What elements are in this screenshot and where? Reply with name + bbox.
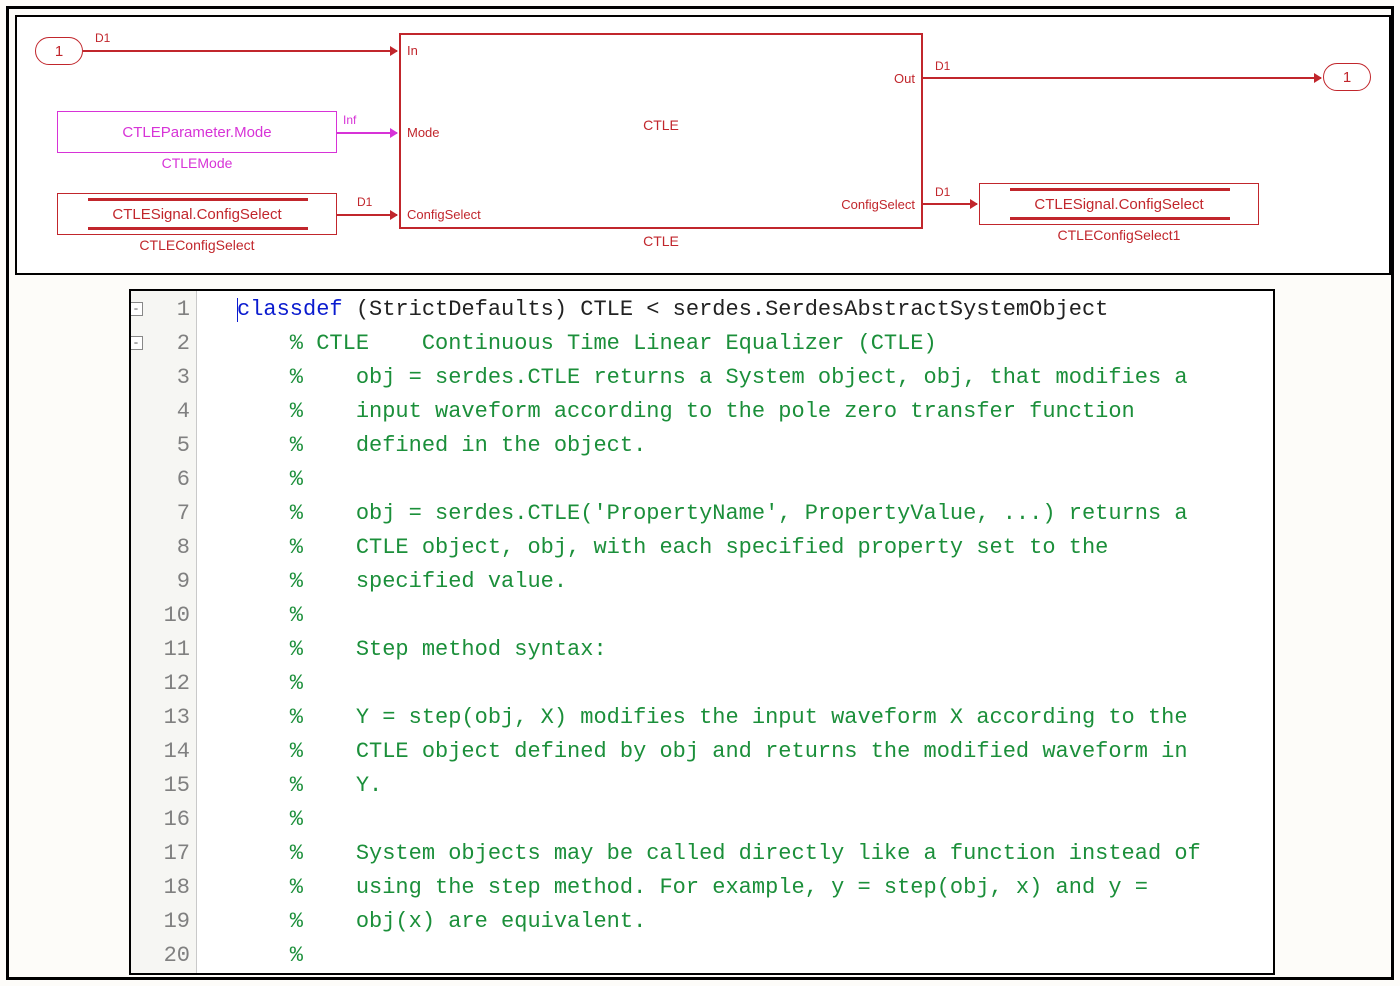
code-token: % obj = serdes.CTLE returns a System obj…	[237, 365, 1188, 390]
code-token: % using the step method. For example, y …	[237, 875, 1148, 900]
datastoreread-configselect-text: CTLESignal.ConfigSelect	[112, 206, 281, 223]
code-line[interactable]: % defined in the object.	[237, 429, 1273, 463]
code-token: % System objects may be called directly …	[237, 841, 1201, 866]
signal-in	[83, 50, 397, 52]
gutter-line: 5	[131, 429, 190, 463]
datastorewrite-configselect[interactable]: CTLESignal.ConfigSelect	[979, 183, 1259, 225]
constant-ctle-mode-text: CTLEParameter.Mode	[122, 124, 271, 141]
code-line[interactable]: % obj = serdes.CTLE returns a System obj…	[237, 361, 1273, 395]
code-token: %	[237, 467, 303, 492]
gutter-line: 17	[131, 837, 190, 871]
gutter-line: 6	[131, 463, 190, 497]
gutter-line: 4	[131, 395, 190, 429]
code-line[interactable]: % using the step method. For example, y …	[237, 871, 1273, 905]
datastoreread-configselect[interactable]: CTLESignal.ConfigSelect	[57, 193, 337, 235]
signal-out-label: D1	[935, 59, 950, 73]
code-line[interactable]: %	[237, 803, 1273, 837]
simulink-diagram-panel: 1 D1 CTLEParameter.Mode CTLEMode Inf CTL…	[15, 15, 1391, 275]
code-line[interactable]: % CTLE Continuous Time Linear Equalizer …	[237, 327, 1273, 361]
gutter-line: 9	[131, 565, 190, 599]
code-token: %	[237, 671, 303, 696]
code-area[interactable]: classdef (StrictDefaults) CTLE < serdes.…	[197, 291, 1273, 973]
port-configselect-out-label: ConfigSelect	[841, 197, 915, 212]
gutter-line: 13	[131, 701, 190, 735]
code-token: %	[237, 943, 303, 968]
outport-value: 1	[1343, 69, 1351, 86]
gutter-line: 15	[131, 769, 190, 803]
code-token: %	[237, 603, 303, 628]
ctle-block-title: CTLE	[401, 117, 921, 133]
code-token: % Y = step(obj, X) modifies the input wa…	[237, 705, 1188, 730]
port-in-label: In	[407, 43, 418, 58]
code-gutter: 1-2-34567891011121314151617181920	[131, 291, 197, 973]
code-token: % input waveform according to the pole z…	[237, 399, 1135, 424]
port-configselect-in-label: ConfigSelect	[407, 207, 481, 222]
code-token: % CTLE object, obj, with each specified …	[237, 535, 1108, 560]
code-line[interactable]: % Y.	[237, 769, 1273, 803]
code-line[interactable]: %	[237, 667, 1273, 701]
code-token: % Step method syntax:	[237, 637, 607, 662]
fold-toggle-icon[interactable]: -	[129, 302, 143, 316]
inport-value: 1	[55, 43, 63, 60]
code-token: % defined in the object.	[237, 433, 646, 458]
code-token: % Y.	[237, 773, 382, 798]
gutter-line: 10	[131, 599, 190, 633]
gutter-line: 20	[131, 939, 190, 973]
gutter-line: 16	[131, 803, 190, 837]
code-line[interactable]: %	[237, 599, 1273, 633]
gutter-line: 8	[131, 531, 190, 565]
constant-ctle-mode[interactable]: CTLEParameter.Mode	[57, 111, 337, 153]
datastorewrite-configselect-text: CTLESignal.ConfigSelect	[1034, 196, 1203, 213]
code-token: % CTLE Continuous Time Linear Equalizer …	[237, 331, 937, 356]
code-line[interactable]: % Step method syntax:	[237, 633, 1273, 667]
code-line[interactable]: %	[237, 939, 1273, 973]
code-line[interactable]: % System objects may be called directly …	[237, 837, 1273, 871]
port-out-label: Out	[894, 71, 915, 86]
signal-configselect-in-label: D1	[357, 195, 372, 209]
gutter-line: 12	[131, 667, 190, 701]
signal-configselect-in	[337, 214, 397, 216]
signal-configselect-out	[923, 203, 977, 205]
signal-out	[923, 77, 1321, 79]
datastoreread-configselect-label: CTLEConfigSelect	[57, 237, 337, 253]
code-token: % specified value.	[237, 569, 567, 594]
code-token: classdef	[237, 297, 343, 322]
code-token: % obj(x) are equivalent.	[237, 909, 646, 934]
code-editor-panel[interactable]: 1-2-34567891011121314151617181920 classd…	[129, 289, 1275, 975]
code-line[interactable]: % input waveform according to the pole z…	[237, 395, 1273, 429]
code-line[interactable]: % obj(x) are equivalent.	[237, 905, 1273, 939]
constant-ctle-mode-label: CTLEMode	[57, 155, 337, 171]
ctle-block-label: CTLE	[399, 233, 923, 249]
gutter-line: 2-	[131, 327, 190, 361]
signal-mode	[337, 132, 397, 134]
fold-toggle-icon[interactable]: -	[129, 336, 143, 350]
gutter-line: 3	[131, 361, 190, 395]
gutter-line: 11	[131, 633, 190, 667]
outport-block[interactable]: 1	[1323, 63, 1371, 91]
signal-configselect-out-label: D1	[935, 185, 950, 199]
code-line[interactable]: % CTLE object defined by obj and returns…	[237, 735, 1273, 769]
code-line[interactable]: % CTLE object, obj, with each specified …	[237, 531, 1273, 565]
gutter-line: 7	[131, 497, 190, 531]
signal-mode-label: Inf	[343, 113, 356, 127]
code-line[interactable]: %	[237, 463, 1273, 497]
outer-frame: 1 D1 CTLEParameter.Mode CTLEMode Inf CTL…	[6, 6, 1394, 980]
signal-in-label: D1	[95, 31, 110, 45]
gutter-line: 14	[131, 735, 190, 769]
ctle-block[interactable]: In Mode ConfigSelect Out ConfigSelect CT…	[399, 33, 923, 229]
gutter-line: 1-	[131, 293, 190, 327]
code-line[interactable]: classdef (StrictDefaults) CTLE < serdes.…	[237, 293, 1273, 327]
code-line[interactable]: % Y = step(obj, X) modifies the input wa…	[237, 701, 1273, 735]
code-token: % obj = serdes.CTLE('PropertyName', Prop…	[237, 501, 1188, 526]
gutter-line: 18	[131, 871, 190, 905]
inport-block[interactable]: 1	[35, 37, 83, 65]
gutter-line: 19	[131, 905, 190, 939]
code-token: % CTLE object defined by obj and returns…	[237, 739, 1188, 764]
code-line[interactable]: % specified value.	[237, 565, 1273, 599]
datastorewrite-configselect-label: CTLEConfigSelect1	[979, 227, 1259, 243]
code-token: %	[237, 807, 303, 832]
code-line[interactable]: % obj = serdes.CTLE('PropertyName', Prop…	[237, 497, 1273, 531]
code-token: (StrictDefaults) CTLE < serdes.SerdesAbs…	[343, 297, 1109, 322]
